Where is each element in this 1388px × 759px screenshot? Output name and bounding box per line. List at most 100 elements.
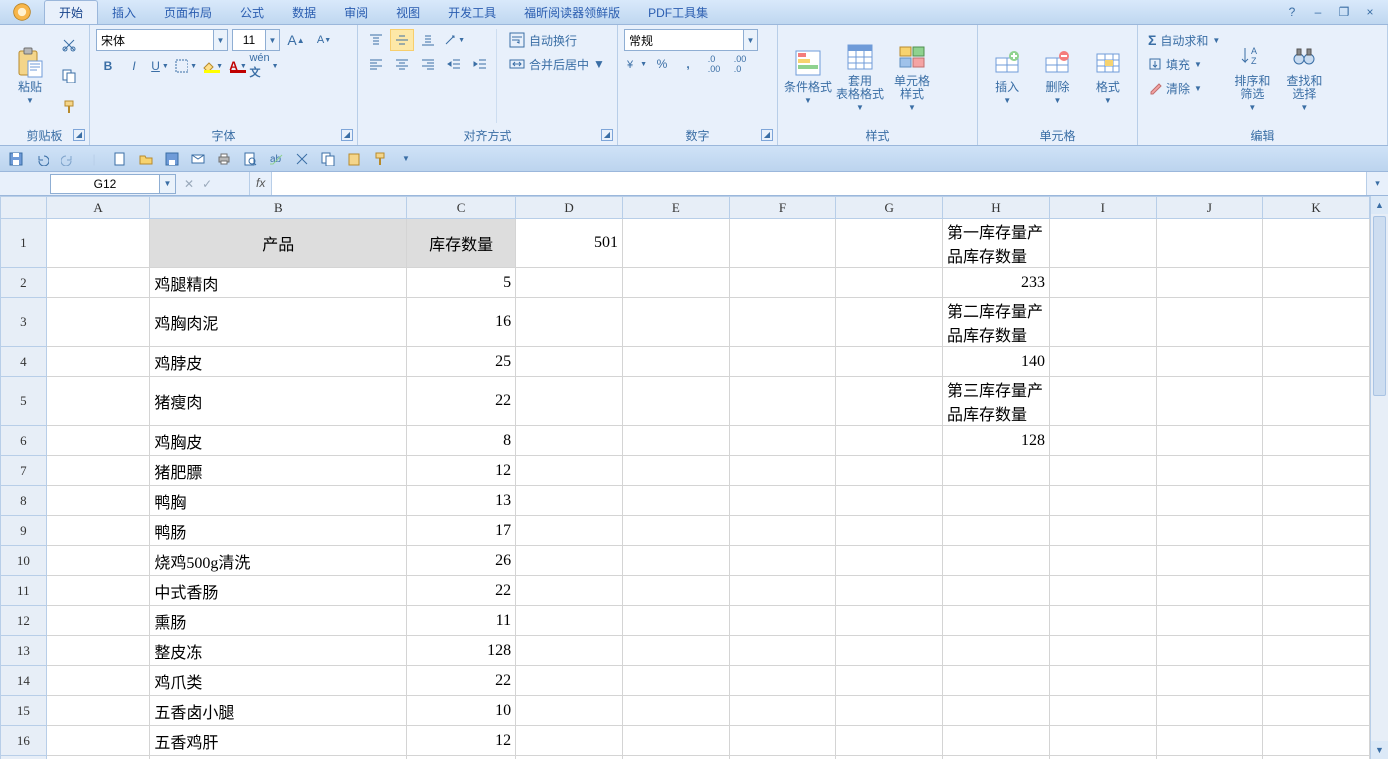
cell-F15[interactable]	[729, 696, 836, 726]
cell-F6[interactable]	[729, 426, 836, 456]
tab-插入[interactable]: 插入	[98, 1, 150, 24]
cell-E11[interactable]	[622, 576, 729, 606]
cell-A4[interactable]	[46, 347, 150, 377]
align-left-button[interactable]	[364, 53, 388, 75]
cell-B17[interactable]: 鸡翅中	[150, 756, 407, 759]
row-header-16[interactable]: 16	[1, 726, 47, 756]
cell-G15[interactable]	[836, 696, 943, 726]
cell-G7[interactable]	[836, 456, 943, 486]
cell-D4[interactable]	[516, 347, 623, 377]
cell-B1[interactable]: 产品	[150, 219, 407, 268]
cell-I6[interactable]	[1049, 426, 1156, 456]
cell-H6[interactable]: 128	[943, 426, 1050, 456]
cell-K11[interactable]	[1263, 576, 1370, 606]
new-button[interactable]	[110, 149, 130, 169]
cell-G6[interactable]	[836, 426, 943, 456]
vertical-scrollbar[interactable]: ▲ ▼	[1370, 196, 1388, 759]
increase-indent-button[interactable]	[468, 53, 492, 75]
format-as-table-button[interactable]: 套用 表格格式▼	[836, 29, 884, 123]
wrap-text-button[interactable]: 自动换行	[503, 29, 611, 51]
name-box[interactable]	[50, 174, 160, 194]
row-header-10[interactable]: 10	[1, 546, 47, 576]
comma-button[interactable]: ,	[676, 53, 700, 75]
tab-PDF工具集[interactable]: PDF工具集	[634, 1, 722, 24]
scroll-up-button[interactable]: ▲	[1371, 196, 1388, 214]
cell-G10[interactable]	[836, 546, 943, 576]
col-header-J[interactable]: J	[1156, 197, 1263, 219]
cell-styles-button[interactable]: 单元格 样式▼	[888, 29, 936, 123]
cell-C4[interactable]: 25	[407, 347, 516, 377]
font-size-dropdown[interactable]: ▼	[266, 29, 280, 51]
cell-E2[interactable]	[622, 268, 729, 298]
cell-H15[interactable]	[943, 696, 1050, 726]
cell-K17[interactable]	[1263, 756, 1370, 759]
font-name-dropdown[interactable]: ▼	[214, 29, 228, 51]
row-header-17[interactable]: 17	[1, 756, 47, 759]
cell-D10[interactable]	[516, 546, 623, 576]
cell-K12[interactable]	[1263, 606, 1370, 636]
cell-C8[interactable]: 13	[407, 486, 516, 516]
cell-B8[interactable]: 鸭胸	[150, 486, 407, 516]
cell-G12[interactable]	[836, 606, 943, 636]
tab-福昕阅读器领鲜版[interactable]: 福昕阅读器领鲜版	[510, 1, 634, 24]
cell-H9[interactable]	[943, 516, 1050, 546]
cell-K2[interactable]	[1263, 268, 1370, 298]
cell-B4[interactable]: 鸡脖皮	[150, 347, 407, 377]
cell-I15[interactable]	[1049, 696, 1156, 726]
align-middle-button[interactable]	[390, 29, 414, 51]
mail-button[interactable]	[188, 149, 208, 169]
number-format-input[interactable]	[624, 29, 744, 51]
border-button[interactable]: ▼	[174, 55, 198, 77]
align-right-button[interactable]	[416, 53, 440, 75]
cell-J12[interactable]	[1156, 606, 1263, 636]
cell-C13[interactable]: 128	[407, 636, 516, 666]
office-button[interactable]	[0, 0, 44, 24]
accounting-format-button[interactable]: ¥▼	[624, 53, 648, 75]
cell-F3[interactable]	[729, 298, 836, 347]
cell-E13[interactable]	[622, 636, 729, 666]
col-header-I[interactable]: I	[1049, 197, 1156, 219]
merge-center-button[interactable]: 合并后居中▼	[503, 53, 611, 75]
cell-E5[interactable]	[622, 377, 729, 426]
cell-A3[interactable]	[46, 298, 150, 347]
cell-D11[interactable]	[516, 576, 623, 606]
cell-F16[interactable]	[729, 726, 836, 756]
cell-I8[interactable]	[1049, 486, 1156, 516]
cell-I4[interactable]	[1049, 347, 1156, 377]
cell-F17[interactable]	[729, 756, 836, 759]
cell-A5[interactable]	[46, 377, 150, 426]
col-header-B[interactable]: B	[150, 197, 407, 219]
format-cells-button[interactable]: 格式▼	[1085, 29, 1131, 123]
cell-E7[interactable]	[622, 456, 729, 486]
cell-I17[interactable]	[1049, 756, 1156, 759]
cell-C10[interactable]: 26	[407, 546, 516, 576]
cell-C9[interactable]: 17	[407, 516, 516, 546]
cell-D6[interactable]	[516, 426, 623, 456]
cell-J10[interactable]	[1156, 546, 1263, 576]
cell-B2[interactable]: 鸡腿精肉	[150, 268, 407, 298]
cell-H7[interactable]	[943, 456, 1050, 486]
cell-H11[interactable]	[943, 576, 1050, 606]
row-header-14[interactable]: 14	[1, 666, 47, 696]
cell-G2[interactable]	[836, 268, 943, 298]
tab-页面布局[interactable]: 页面布局	[150, 1, 226, 24]
cell-I10[interactable]	[1049, 546, 1156, 576]
orientation-button[interactable]: ▼	[442, 29, 466, 51]
align-bottom-button[interactable]	[416, 29, 440, 51]
cell-B13[interactable]: 整皮冻	[150, 636, 407, 666]
cell-I5[interactable]	[1049, 377, 1156, 426]
cell-K1[interactable]	[1263, 219, 1370, 268]
cell-F7[interactable]	[729, 456, 836, 486]
cell-E3[interactable]	[622, 298, 729, 347]
row-header-9[interactable]: 9	[1, 516, 47, 546]
cell-D3[interactable]	[516, 298, 623, 347]
cell-J14[interactable]	[1156, 666, 1263, 696]
tab-视图[interactable]: 视图	[382, 1, 434, 24]
cell-I2[interactable]	[1049, 268, 1156, 298]
cell-G16[interactable]	[836, 726, 943, 756]
cell-E14[interactable]	[622, 666, 729, 696]
cell-J5[interactable]	[1156, 377, 1263, 426]
enter-formula-icon[interactable]: ✓	[202, 177, 212, 191]
cell-E16[interactable]	[622, 726, 729, 756]
row-header-12[interactable]: 12	[1, 606, 47, 636]
